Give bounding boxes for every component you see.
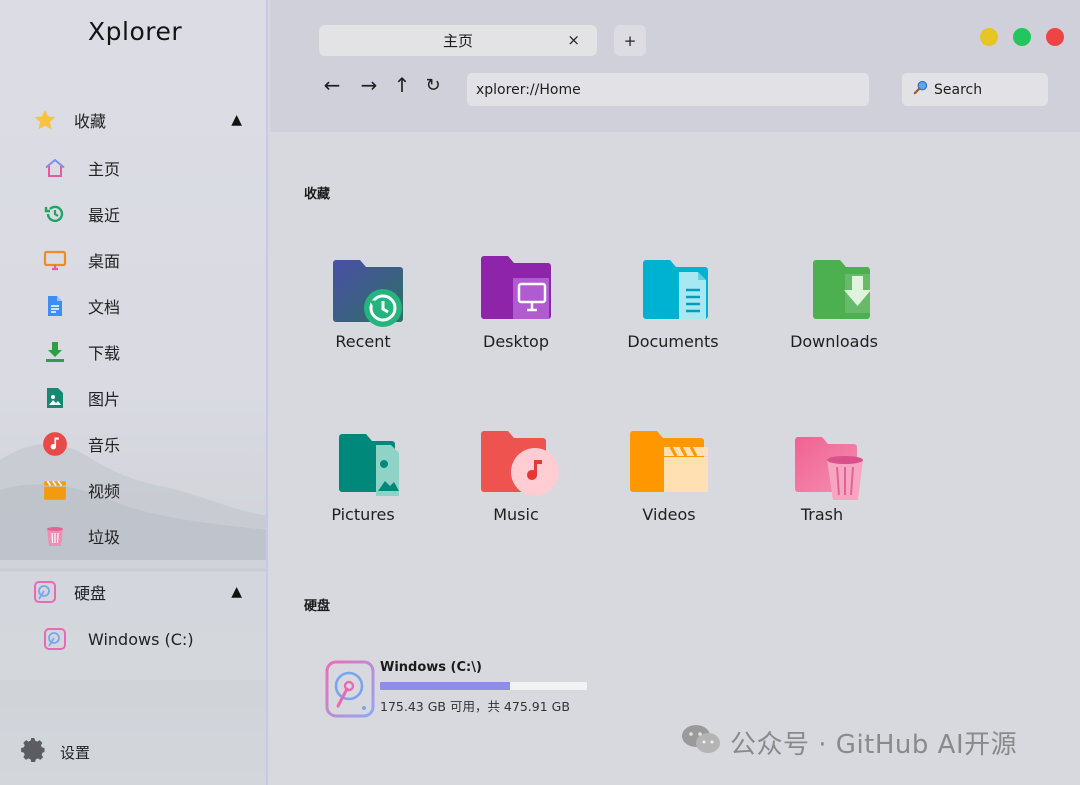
sidebar-item-label: 文档 bbox=[88, 298, 121, 317]
sidebar-item-label: 下载 bbox=[88, 344, 121, 363]
folder-tile-videos[interactable]: Videos bbox=[609, 429, 729, 524]
desktop-folder-icon bbox=[481, 256, 551, 319]
videos-folder-icon bbox=[630, 431, 708, 492]
sidebar-item-documents[interactable]: 文档 bbox=[42, 289, 252, 323]
minimize-button[interactable] bbox=[980, 28, 998, 46]
drive-usage-fill bbox=[380, 682, 511, 690]
search-label: Search bbox=[934, 81, 983, 98]
tab-label: 主页 bbox=[442, 32, 473, 50]
folder-tile-label: Trash bbox=[800, 505, 844, 524]
collapse-caret-icon[interactable]: ▲ bbox=[231, 112, 242, 128]
drive-usage-bar bbox=[380, 682, 587, 690]
sidebar-group-drives[interactable]: 硬盘 ▲ bbox=[32, 575, 242, 609]
close-tab-icon[interactable]: × bbox=[567, 31, 580, 49]
gear-icon bbox=[20, 736, 48, 768]
hard-drive-icon bbox=[325, 660, 375, 718]
sidebar-group-label: 收藏 bbox=[74, 112, 107, 131]
history-icon bbox=[42, 201, 68, 227]
refresh-button[interactable]: ↻ bbox=[421, 73, 445, 97]
sidebar-item-videos[interactable]: 视频 bbox=[42, 473, 252, 507]
address-bar[interactable]: xplorer://Home bbox=[467, 73, 869, 106]
sidebar-item-label: 音乐 bbox=[88, 436, 121, 455]
folder-tile-documents[interactable]: Documents bbox=[613, 256, 733, 351]
recent-folder-icon bbox=[333, 260, 403, 327]
toolbar: 主页 × + ← → ↑ ↻ xplorer://Home Search bbox=[270, 0, 1080, 132]
music-folder-icon bbox=[481, 431, 559, 496]
app-title: Xplorer bbox=[88, 17, 183, 46]
tab-home[interactable]: 主页 × bbox=[319, 25, 597, 56]
documents-folder-icon bbox=[643, 260, 708, 319]
sidebar-item-trash[interactable]: 垃圾 bbox=[42, 519, 252, 553]
watermark-text: 公众号 · GitHub AI开源 bbox=[730, 730, 1018, 760]
sidebar-group-label: 硬盘 bbox=[74, 584, 107, 603]
main-content: 收藏 Recent Desktop Documents Downloads Pi… bbox=[270, 132, 1080, 785]
download-icon bbox=[42, 339, 68, 365]
monitor-icon bbox=[42, 247, 68, 273]
folder-tile-label: Recent bbox=[335, 332, 391, 351]
sidebar-item-recent[interactable]: 最近 bbox=[42, 197, 252, 231]
sidebar-item-label: Windows (C:) bbox=[88, 629, 194, 649]
trash-icon bbox=[42, 523, 68, 549]
watermark: 公众号 · GitHub AI开源 bbox=[680, 722, 1017, 763]
folder-tile-label: Documents bbox=[627, 332, 719, 351]
folder-tile-label: Downloads bbox=[790, 332, 878, 351]
sidebar-item-label: 垃圾 bbox=[88, 528, 121, 547]
drive-card-c[interactable]: Windows (C:\) 175.43 GB 可用，共 475.91 GB bbox=[325, 660, 625, 720]
folder-tile-desktop[interactable]: Desktop bbox=[456, 256, 576, 351]
hard-drive-icon bbox=[42, 626, 68, 652]
sidebar-item-label: 最近 bbox=[88, 206, 121, 225]
sidebar-item-label: 图片 bbox=[88, 390, 121, 409]
search-icon bbox=[913, 80, 928, 99]
address-text: xplorer://Home bbox=[476, 81, 581, 98]
sidebar-item-desktop[interactable]: 桌面 bbox=[42, 243, 252, 277]
trash-folder-icon bbox=[795, 437, 863, 500]
hard-drive-icon bbox=[32, 579, 58, 605]
sidebar-group-favorites[interactable]: 收藏 ▲ bbox=[32, 103, 242, 137]
favorites-heading: 收藏 bbox=[304, 187, 331, 202]
wechat-icon bbox=[680, 722, 722, 763]
sidebar-item-label: 主页 bbox=[88, 160, 121, 179]
sidebar-item-downloads[interactable]: 下载 bbox=[42, 335, 252, 369]
drive-name: Windows (C:\) bbox=[380, 660, 482, 675]
folder-tile-downloads[interactable]: Downloads bbox=[774, 256, 894, 351]
music-icon bbox=[42, 431, 68, 457]
up-button[interactable]: ↑ bbox=[390, 73, 414, 97]
sidebar-item-drive-c[interactable]: Windows (C:) bbox=[42, 622, 252, 656]
video-icon bbox=[42, 477, 68, 503]
folder-tile-music[interactable]: Music bbox=[456, 429, 576, 524]
forward-button[interactable]: → bbox=[357, 73, 381, 97]
pictures-folder-icon bbox=[339, 434, 399, 496]
folder-tile-pictures[interactable]: Pictures bbox=[303, 429, 423, 524]
drives-heading: 硬盘 bbox=[304, 599, 331, 614]
sidebar-item-label: 视频 bbox=[88, 482, 121, 501]
image-icon bbox=[42, 385, 68, 411]
collapse-caret-icon[interactable]: ▲ bbox=[231, 584, 242, 600]
folder-tile-label: Music bbox=[493, 505, 539, 524]
search-box[interactable]: Search bbox=[902, 73, 1048, 106]
back-button[interactable]: ← bbox=[320, 73, 344, 97]
sidebar-item-label: 桌面 bbox=[88, 252, 121, 271]
settings-label: 设置 bbox=[60, 743, 91, 762]
home-icon bbox=[42, 155, 68, 181]
sidebar-item-home[interactable]: 主页 bbox=[42, 151, 252, 185]
folder-tile-label: Videos bbox=[642, 505, 696, 524]
settings-button[interactable]: 设置 bbox=[20, 736, 90, 768]
drive-capacity-text: 175.43 GB 可用，共 475.91 GB bbox=[380, 699, 570, 714]
new-tab-button[interactable]: + bbox=[614, 25, 646, 56]
sidebar: Xplorer 收藏 ▲ 主页 最近 桌面 文档 下载 图片 音乐 视频 垃圾 … bbox=[0, 0, 268, 785]
document-icon bbox=[42, 293, 68, 319]
folder-tile-recent[interactable]: Recent bbox=[303, 256, 423, 351]
close-window-button[interactable] bbox=[1046, 28, 1064, 46]
maximize-button[interactable] bbox=[1013, 28, 1031, 46]
sidebar-item-music[interactable]: 音乐 bbox=[42, 427, 252, 461]
folder-tile-label: Desktop bbox=[483, 332, 549, 351]
folder-tile-label: Pictures bbox=[331, 505, 395, 524]
downloads-folder-icon bbox=[813, 260, 871, 319]
folder-tile-trash[interactable]: Trash bbox=[762, 429, 882, 524]
sidebar-item-pictures[interactable]: 图片 bbox=[42, 381, 252, 415]
star-icon bbox=[32, 107, 58, 133]
